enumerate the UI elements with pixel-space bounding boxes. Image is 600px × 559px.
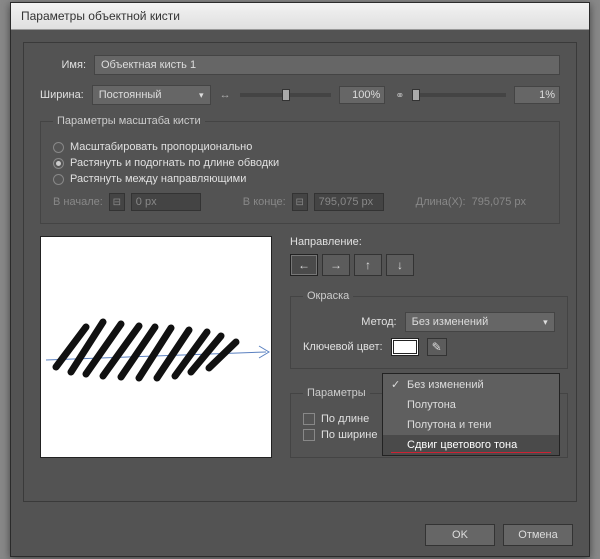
start-handle-icon: ⊟	[109, 193, 125, 211]
length-value: 795,075 px	[472, 196, 526, 208]
width-right-pct[interactable]	[514, 86, 560, 104]
dir-up-button[interactable]: ↑	[354, 254, 382, 276]
width-slider-left[interactable]	[240, 93, 331, 97]
color-legend: Окраска	[303, 290, 353, 302]
width-slider-right[interactable]	[415, 93, 506, 97]
dialog-body: Имя: Ширина: Постоянный ↔ ⚭ Параметры ма…	[23, 42, 577, 502]
end-input	[314, 193, 384, 211]
width-row: Ширина: Постоянный ↔ ⚭	[40, 85, 560, 105]
radio-stretch-guides[interactable]: Растянуть между направляющими	[53, 173, 547, 185]
method-value: Без изменений	[412, 316, 489, 328]
width-mode-value: Постоянный	[99, 89, 162, 101]
radio-proportional[interactable]: Масштабировать пропорционально	[53, 141, 547, 153]
method-option-2[interactable]: Полутона и тени	[383, 415, 559, 435]
start-label: В начале:	[53, 196, 103, 208]
direction-label: Направление:	[290, 236, 568, 248]
method-option-1[interactable]: Полутона	[383, 395, 559, 415]
chk-by-length[interactable]: По длине	[303, 413, 378, 425]
method-label: Метод:	[303, 316, 397, 328]
name-input[interactable]	[94, 55, 560, 75]
method-dropdown[interactable]: Без изменений	[405, 312, 555, 332]
start-input	[131, 193, 201, 211]
width-label: Ширина:	[40, 89, 84, 101]
keycolor-label: Ключевой цвет:	[303, 341, 383, 353]
brush-preview	[40, 236, 272, 458]
dialog-window: Параметры объектной кисти Имя: Ширина: П…	[10, 2, 590, 557]
end-handle-icon: ⊟	[292, 193, 308, 211]
dialog-title: Параметры объектной кисти	[11, 3, 589, 30]
keycolor-swatch[interactable]	[391, 338, 419, 356]
color-fieldset: Окраска Метод: Без изменений Ключевой цв…	[290, 290, 568, 369]
params-legend: Параметры	[303, 387, 370, 399]
dir-left-button[interactable]: ←	[290, 254, 318, 276]
method-option-0[interactable]: ✓Без изменений	[383, 374, 559, 395]
direction-buttons: ← → ↑ ↓	[290, 254, 568, 276]
link-icon[interactable]: ↔	[219, 87, 232, 103]
scale-ends-row: В начале: ⊟ В конце: ⊟ Длина(X): 795,075…	[53, 193, 547, 211]
width-left-pct[interactable]	[339, 86, 385, 104]
chk-by-width[interactable]: По ширине	[303, 429, 378, 441]
scale-legend: Параметры масштаба кисти	[53, 115, 205, 127]
radio-stretch-fit[interactable]: Растянуть и подогнать по длине обводки	[53, 157, 547, 169]
length-label: Длина(X):	[416, 196, 466, 208]
end-label: В конце:	[243, 196, 286, 208]
name-row: Имя:	[40, 55, 560, 75]
scale-fieldset: Параметры масштаба кисти Масштабировать …	[40, 115, 560, 224]
method-option-3[interactable]: Сдвиг цветового тона	[383, 435, 559, 455]
name-label: Имя:	[40, 59, 86, 71]
method-dropdown-list: ✓Без изменений Полутона Полутона и тени …	[382, 373, 560, 456]
lock-icon[interactable]: ⚭	[393, 87, 406, 103]
dir-right-button[interactable]: →	[322, 254, 350, 276]
cancel-button[interactable]: Отмена	[503, 524, 573, 546]
dialog-footer: OK Отмена	[11, 514, 589, 556]
ok-button[interactable]: OK	[425, 524, 495, 546]
width-mode-dropdown[interactable]: Постоянный	[92, 85, 211, 105]
eyedropper-icon[interactable]: ✎	[427, 338, 447, 356]
dir-down-button[interactable]: ↓	[386, 254, 414, 276]
